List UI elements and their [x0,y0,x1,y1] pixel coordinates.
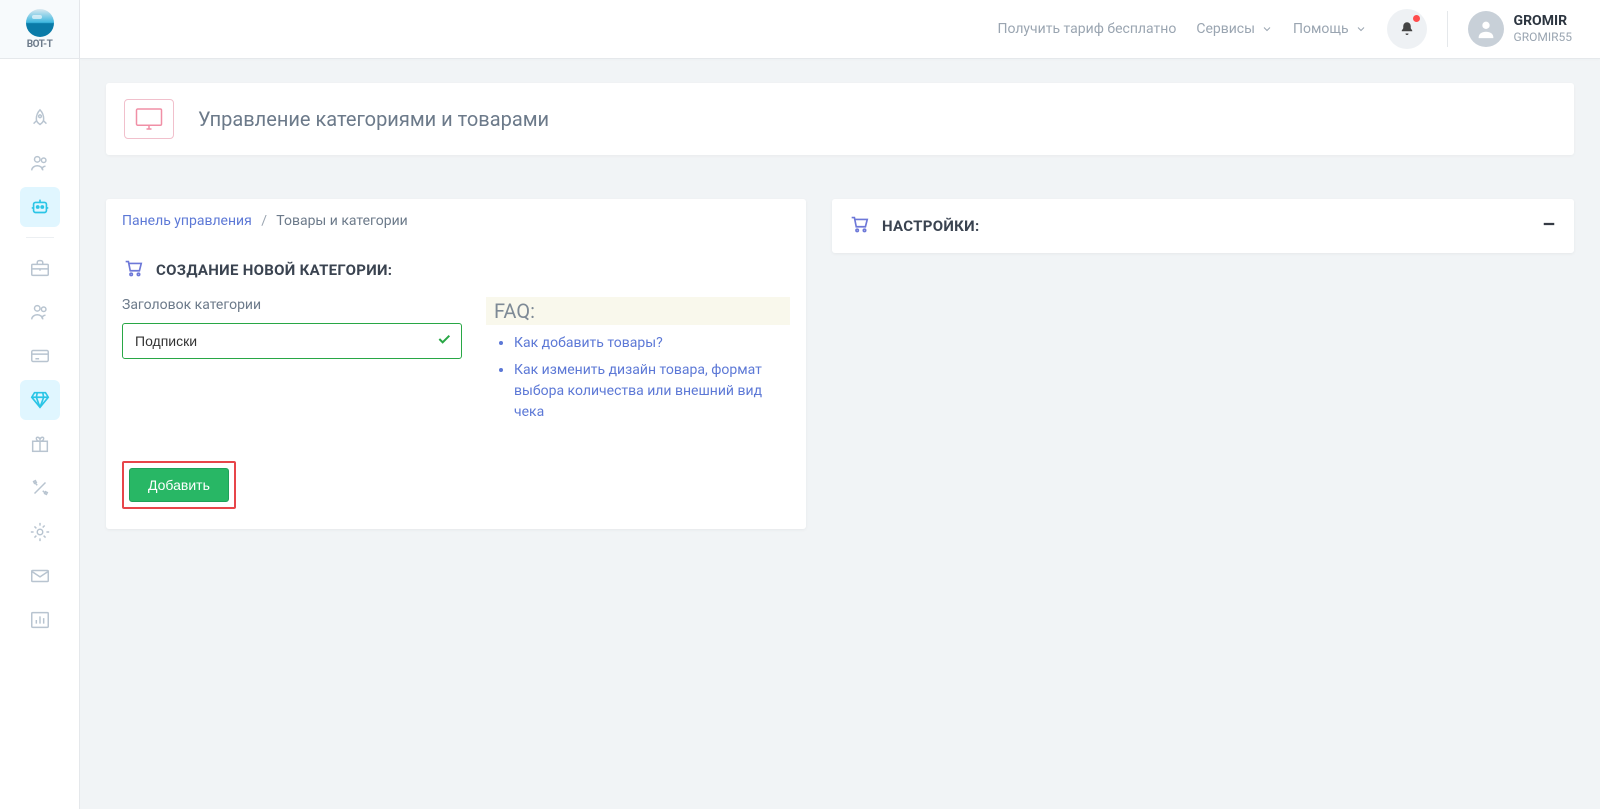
nav-briefcase[interactable] [20,248,60,288]
faq-item[interactable]: Как добавить товары? [514,333,790,354]
nav-bot[interactable] [20,187,60,227]
chart-icon [29,609,51,631]
breadcrumb-root[interactable]: Панель управления [122,213,252,229]
panel-create-title: СОЗДАНИЕ НОВОЙ КАТЕГОРИИ: [156,261,392,279]
faq-list: Как добавить товары? Как изменить дизайн… [486,325,790,423]
check-icon [436,331,452,351]
user-icon [1475,18,1497,40]
mail-icon [29,565,51,587]
notifications-button[interactable] [1387,9,1427,49]
chevron-down-icon [1355,23,1367,35]
gear-icon [29,521,51,543]
rocket-icon [29,108,51,130]
nav-tools[interactable] [20,468,60,508]
panel-create-category: Панель управления / Товары и категории С… [106,199,806,529]
users-icon [29,152,51,174]
nav-card[interactable] [20,336,60,376]
help-dropdown[interactable]: Помощь [1293,21,1367,37]
user-name: GROMIR [1514,13,1572,30]
nav-settings[interactable] [20,512,60,552]
breadcrumb-current[interactable]: Товары и категории [276,213,407,229]
nav-mail[interactable] [20,556,60,596]
category-title-label: Заголовок категории [122,297,462,313]
card-icon [29,345,51,367]
nav-chart[interactable] [20,600,60,640]
briefcase-icon [29,257,51,279]
faq-title: FAQ: [486,297,790,325]
avatar [1468,11,1504,47]
separator [1447,11,1448,47]
collapse-button[interactable] [1540,215,1558,237]
faq-item[interactable]: Как изменить дизайн товара, формат выбор… [514,360,790,423]
minus-icon [1540,215,1558,233]
add-button-highlight: Добавить [122,461,236,509]
nav-people[interactable] [20,292,60,332]
gift-icon [29,433,51,455]
sidebar: BOT-T [0,0,80,809]
panel-settings-title: НАСТРОЙКИ: [882,217,979,235]
chevron-down-icon [1261,23,1273,35]
breadcrumb: Панель управления / Товары и категории [106,199,806,243]
cart-icon [122,257,144,283]
nav-users[interactable] [20,143,60,183]
breadcrumb-sep: / [261,213,267,229]
nav-gift[interactable] [20,424,60,464]
page-header: Управление категориями и товарами [106,83,1574,155]
tools-icon [29,477,51,499]
notification-dot [1413,15,1420,22]
logo[interactable]: BOT-T [0,0,79,59]
cart-icon [848,213,870,239]
logo-icon [26,9,54,37]
user-menu[interactable]: GROMIR GROMIR55 [1468,11,1572,47]
tariff-link[interactable]: Получить тариф бесплатно [997,21,1176,37]
bot-icon [29,196,51,218]
category-title-input[interactable] [122,323,462,359]
diamond-icon [29,389,51,411]
bell-icon [1398,20,1416,38]
services-label: Сервисы [1196,21,1255,37]
help-label: Помощь [1293,21,1349,37]
nav-diamond[interactable] [20,380,60,420]
people-icon [29,301,51,323]
user-handle: GROMIR55 [1514,30,1572,44]
add-button[interactable]: Добавить [129,468,229,502]
panel-settings: НАСТРОЙКИ: [832,199,1574,253]
page-title: Управление категориями и товарами [198,107,549,131]
logo-text: BOT-T [27,39,53,50]
monitor-icon [124,99,174,139]
services-dropdown[interactable]: Сервисы [1196,21,1273,37]
topbar: Получить тариф бесплатно Сервисы Помощь … [80,0,1600,59]
nav-rocket[interactable] [20,99,60,139]
